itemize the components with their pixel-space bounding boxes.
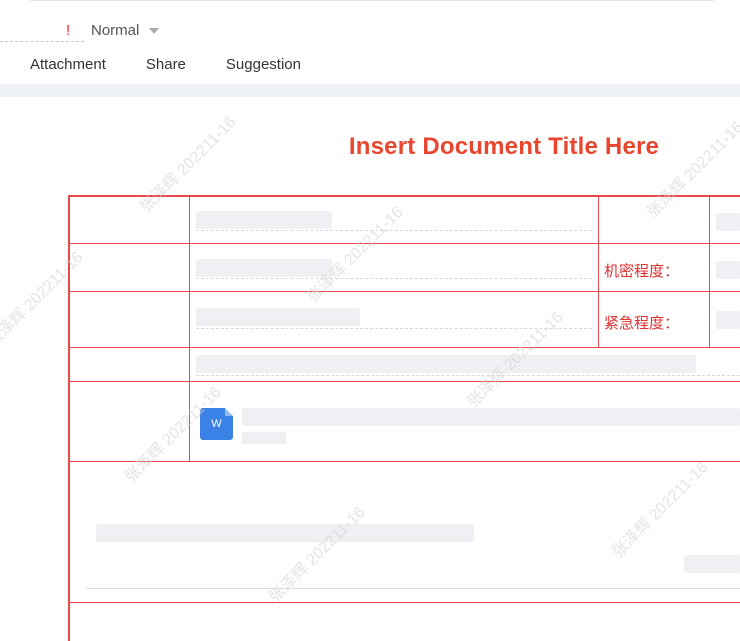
- body-divider: [86, 588, 740, 589]
- priority-select-value: Normal: [91, 22, 140, 39]
- field-placeholder[interactable]: [196, 211, 332, 229]
- table-row-divider: [68, 291, 740, 292]
- watermark: 张泽辉 202211-16: [0, 248, 87, 352]
- field-placeholder[interactable]: [196, 355, 696, 373]
- field-underline: [196, 278, 592, 279]
- toolbar-separator: [0, 84, 740, 97]
- watermark: 张泽辉 202211-16: [609, 458, 712, 562]
- field-underline: [196, 230, 592, 231]
- table-row-divider: [68, 243, 740, 244]
- priority-select[interactable]: Normal: [91, 22, 160, 39]
- confidentiality-label: 机密程度：: [604, 263, 680, 280]
- table-col-divider: [598, 195, 599, 348]
- table-row-divider: [68, 461, 740, 462]
- table-row-divider: [68, 381, 740, 382]
- body-meta-placeholder: [684, 555, 740, 573]
- table-row-divider: [68, 347, 740, 348]
- chevron-down-icon: [149, 27, 160, 34]
- document-tabs: Attachment Share Suggestion: [30, 56, 341, 78]
- tab-attachment[interactable]: Attachment: [30, 56, 106, 78]
- field-placeholder[interactable]: [196, 308, 360, 326]
- attachment-name-placeholder[interactable]: [242, 408, 740, 426]
- tab-suggestion[interactable]: Suggestion: [226, 56, 301, 78]
- urgency-select[interactable]: [716, 311, 740, 329]
- watermark: 张泽辉 202211-16: [644, 118, 740, 222]
- dotted-divider: [0, 41, 84, 42]
- field-placeholder[interactable]: [716, 213, 740, 231]
- file-fold-icon: [225, 408, 233, 416]
- table-row-divider: [68, 602, 740, 603]
- document-title[interactable]: Insert Document Title Here: [0, 133, 740, 161]
- table-col-divider: [709, 195, 710, 348]
- urgency-label: 紧急程度：: [604, 315, 680, 332]
- top-divider: [30, 0, 714, 1]
- confidentiality-select[interactable]: [716, 261, 740, 279]
- watermark: 张泽辉 202211-16: [266, 503, 369, 607]
- field-placeholder[interactable]: [196, 259, 332, 277]
- word-icon-letter: W: [211, 418, 222, 430]
- field-underline: [196, 375, 740, 376]
- priority-marker: !: [66, 22, 71, 39]
- tab-share[interactable]: Share: [146, 56, 186, 78]
- watermark: 张泽辉 202211-16: [137, 113, 240, 217]
- body-text-placeholder[interactable]: [96, 524, 474, 542]
- attachment-size-placeholder: [242, 432, 286, 444]
